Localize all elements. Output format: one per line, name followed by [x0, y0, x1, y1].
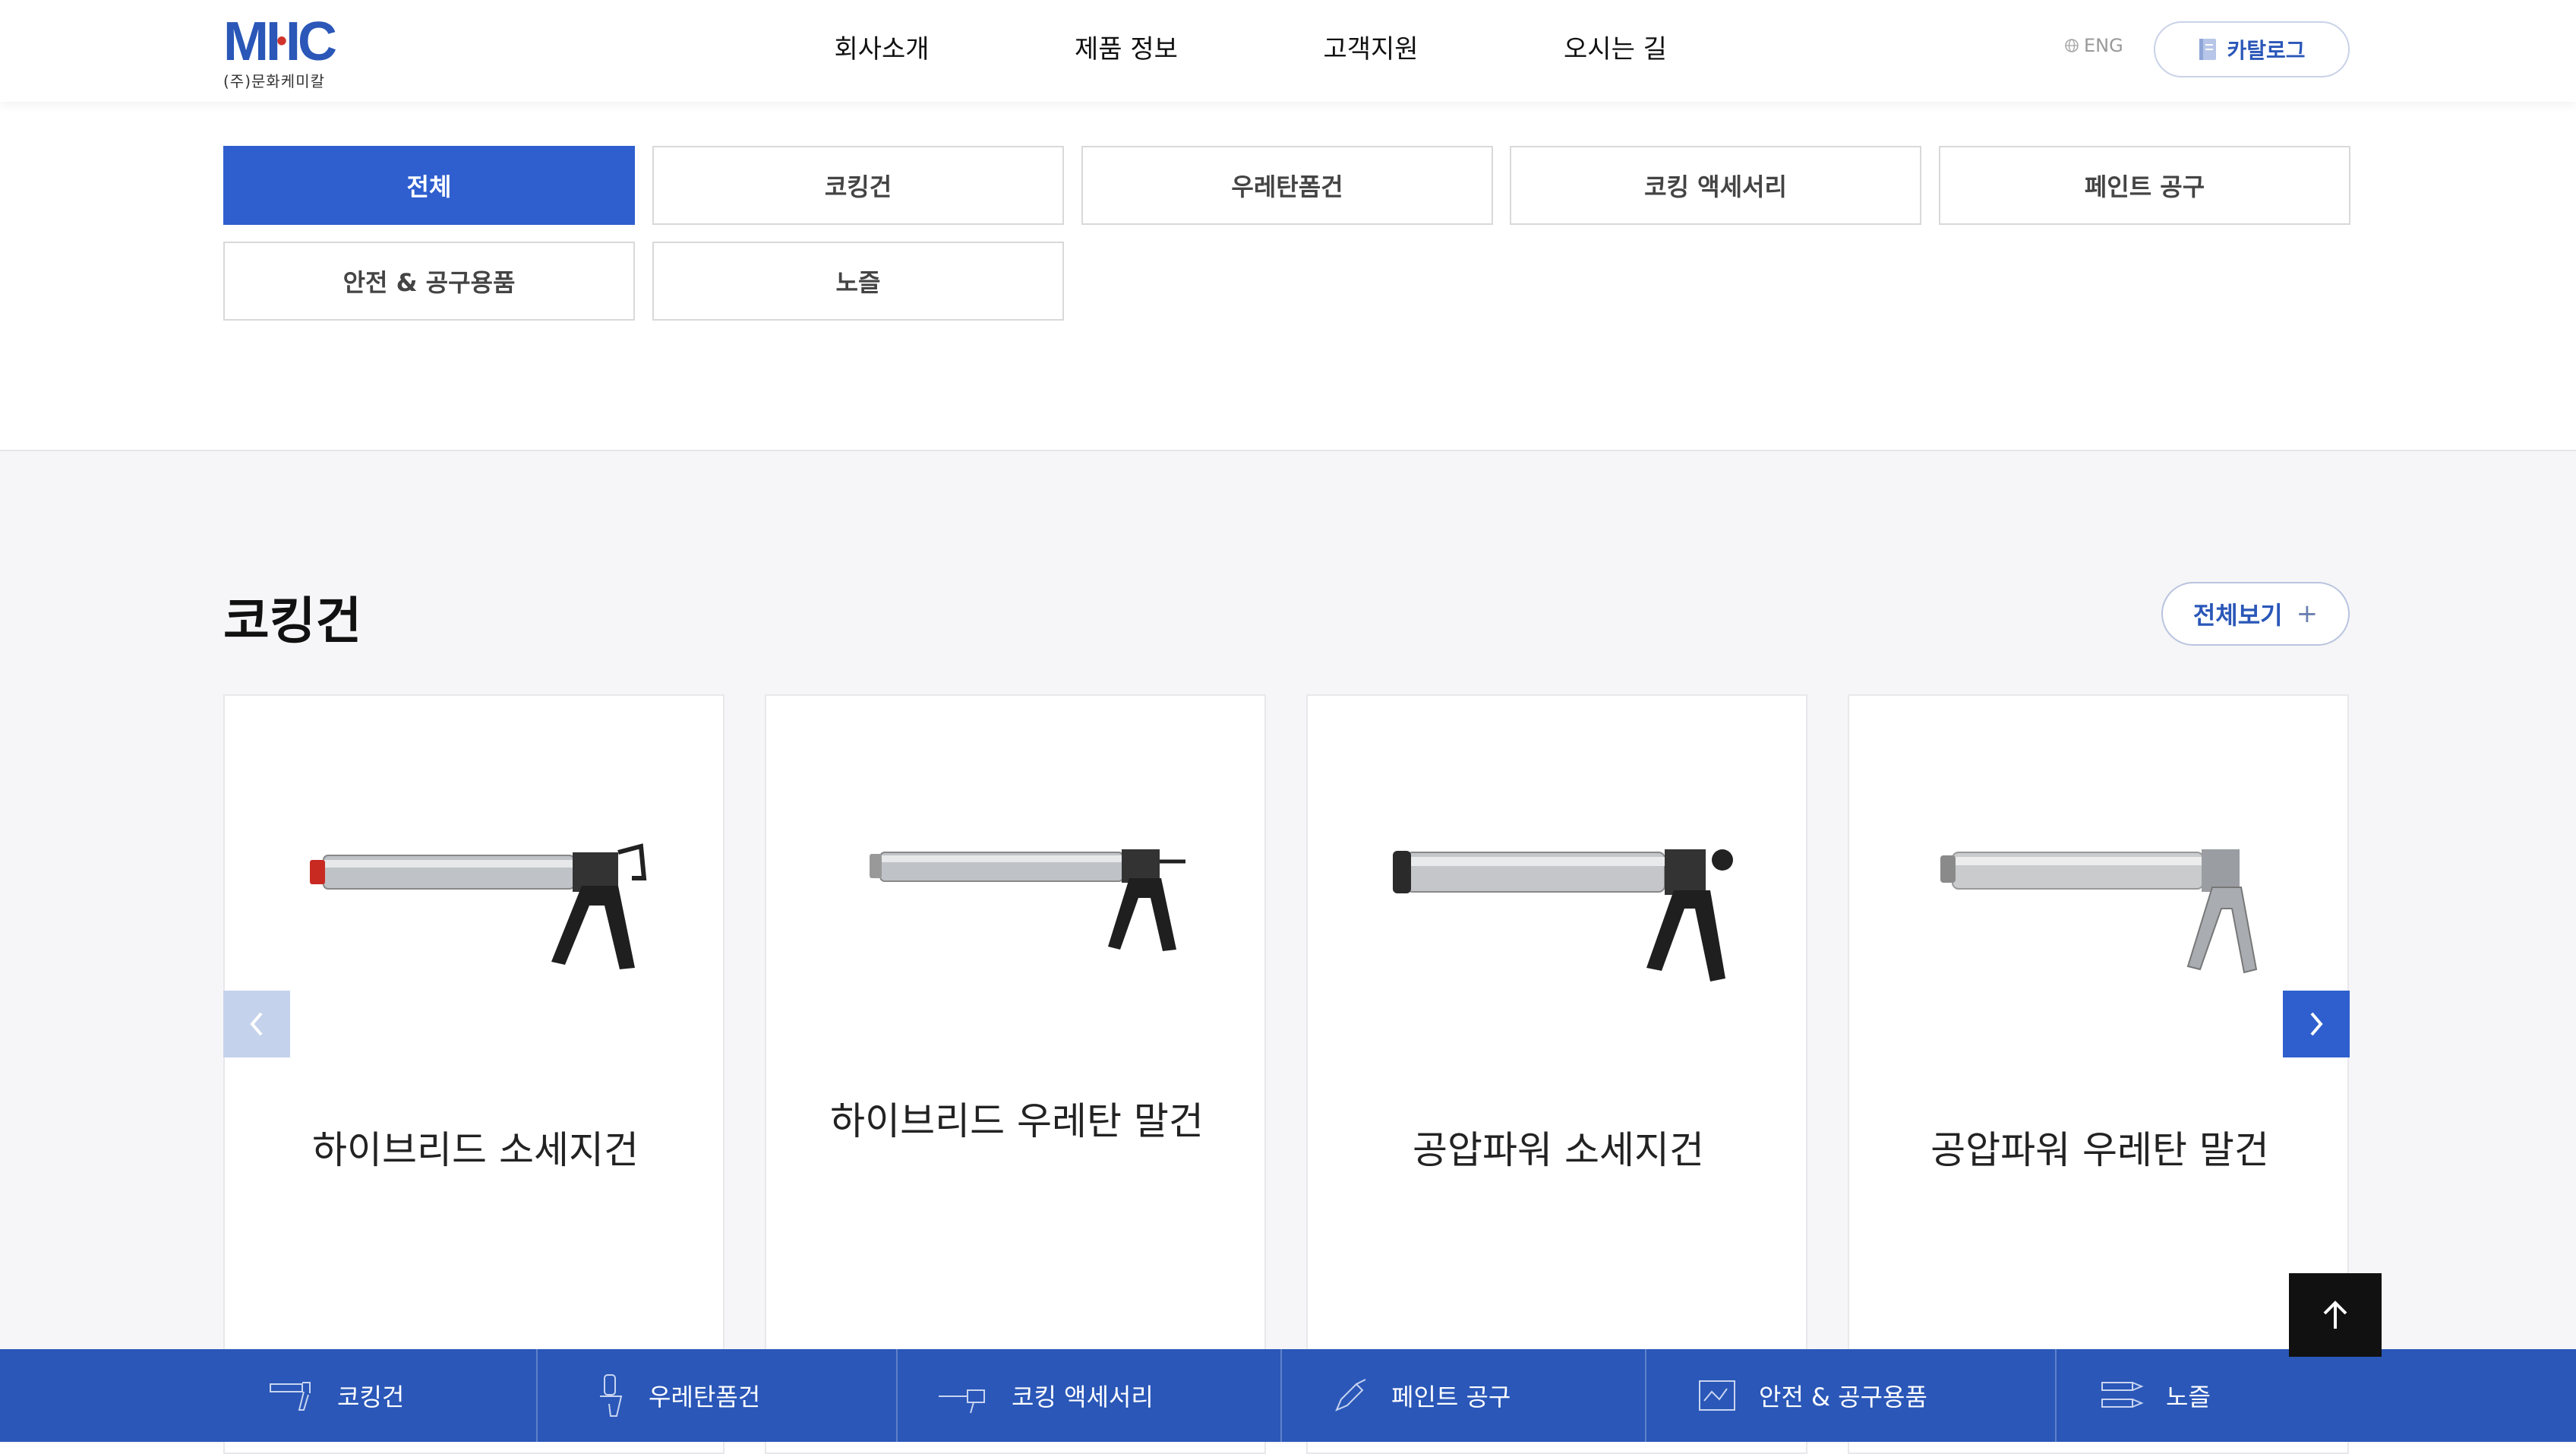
arrow-up-icon: [2323, 1301, 2347, 1329]
quick-caulking-gun[interactable]: 코킹건: [267, 1349, 404, 1442]
filter-paint-tools[interactable]: 페인트 공구: [1939, 146, 2350, 225]
safety-kit-icon: [1699, 1380, 1735, 1411]
filter-caulking-gun[interactable]: 코킹건: [652, 146, 1064, 225]
chevron-right-icon: [2310, 1012, 2323, 1036]
quick-caulking-accessory[interactable]: 코킹 액세서리: [937, 1349, 1154, 1442]
quick-label: 우레탄폼건: [649, 1383, 761, 1411]
carousel-prev-button[interactable]: [223, 991, 290, 1057]
plus-icon: +: [2296, 599, 2319, 629]
quick-nozzle[interactable]: 노즐: [2099, 1349, 2211, 1442]
accessory-icon: [939, 1389, 985, 1414]
quick-safety-tools[interactable]: 안전 & 공구용품: [1697, 1349, 1927, 1442]
carousel-next-button[interactable]: [2283, 991, 2350, 1057]
logo[interactable]: MI•IC (주)문화케미칼: [223, 11, 345, 90]
nav-item-support[interactable]: 고객지원: [1249, 0, 1493, 99]
divider: [536, 1349, 538, 1442]
product-name: 하이브리드 소세지건: [312, 1128, 639, 1172]
filter-caulking-accessory[interactable]: 코킹 액세서리: [1510, 146, 1921, 225]
language-label: ENG: [2084, 35, 2123, 56]
chevron-left-icon: [250, 1012, 263, 1036]
category-quick-bar: 코킹건 우레탄폼건 코킹 액세서리 페인트 공구 안전 & 공구용품 노즐: [0, 1349, 2576, 1442]
view-all-button[interactable]: 전체보기 +: [2161, 582, 2350, 646]
quick-label: 노즐: [2166, 1383, 2211, 1411]
filter-safety-tools[interactable]: 안전 & 공구용품: [223, 242, 635, 321]
language-switch[interactable]: ENG: [2064, 35, 2123, 56]
filter-all[interactable]: 전체: [223, 146, 635, 225]
product-name: 공압파워 소세지건: [1413, 1128, 1704, 1172]
product-card[interactable]: 공압파워 소세지건: [1306, 694, 1807, 1454]
quick-paint-tools[interactable]: 페인트 공구: [1332, 1349, 1511, 1442]
paint-brush-icon: [1335, 1379, 1366, 1411]
product-card[interactable]: 하이브리드 소세지건: [223, 694, 724, 1454]
site-header: MI•IC (주)문화케미칼 회사소개 제품 정보 고객지원 오시는 길 ENG…: [0, 0, 2576, 102]
logo-company-name: (주)문화케미칼: [223, 72, 326, 90]
product-card[interactable]: 공압파워 우레탄 말건: [1848, 694, 2349, 1454]
quick-urethane-foam-gun[interactable]: 우레탄폼건: [594, 1349, 760, 1442]
urethane-gun-image: [870, 849, 1185, 951]
divider: [2055, 1349, 2057, 1442]
filter-nozzle[interactable]: 노즐: [652, 242, 1064, 321]
main-nav: 회사소개 제품 정보 고객지원 오시는 길: [759, 0, 1738, 99]
product-card[interactable]: 하이브리드 우레탄 말건: [765, 694, 1266, 1454]
product-section: 코킹건 전체보기 + 하이브리드 소세지건 하이브리드 우레탄 말건 공압파워 …: [0, 450, 2576, 1454]
nav-item-directions[interactable]: 오시는 길: [1493, 0, 1738, 99]
quick-label: 안전 & 공구용품: [1759, 1383, 1927, 1411]
divider: [1280, 1349, 1282, 1442]
nav-item-company[interactable]: 회사소개: [759, 0, 1004, 99]
filter-urethane-foam-gun[interactable]: 우레탄폼건: [1081, 146, 1493, 225]
book-icon: [2199, 39, 2217, 60]
caulking-gun-icon: [270, 1382, 311, 1411]
quick-label: 코킹 액세서리: [1012, 1383, 1154, 1411]
nav-item-products[interactable]: 제품 정보: [1004, 0, 1249, 99]
back-to-top-button[interactable]: [2289, 1273, 2382, 1357]
pneumatic-sausage-gun-image: [1393, 849, 1733, 981]
catalog-button[interactable]: 카탈로그: [2154, 21, 2350, 77]
catalog-label: 카탈로그: [2227, 38, 2306, 63]
caulking-gun-image: [310, 843, 647, 969]
globe-icon: [2065, 39, 2079, 52]
view-all-label: 전체보기: [2192, 601, 2283, 630]
product-name: 하이브리드 우레탄 말건: [830, 1099, 1204, 1143]
logo-mark: MI•IC: [223, 11, 337, 72]
divider: [896, 1349, 898, 1442]
divider: [1645, 1349, 1646, 1442]
product-name: 공압파워 우레탄 말건: [1930, 1128, 2269, 1172]
section-title: 코킹건: [223, 592, 362, 650]
pneumatic-urethane-gun-image: [1940, 849, 2258, 974]
foam-gun-icon: [600, 1374, 623, 1417]
quick-label: 페인트 공구: [1391, 1383, 1511, 1411]
nozzle-icon: [2101, 1382, 2144, 1408]
quick-label: 코킹건: [337, 1383, 405, 1411]
